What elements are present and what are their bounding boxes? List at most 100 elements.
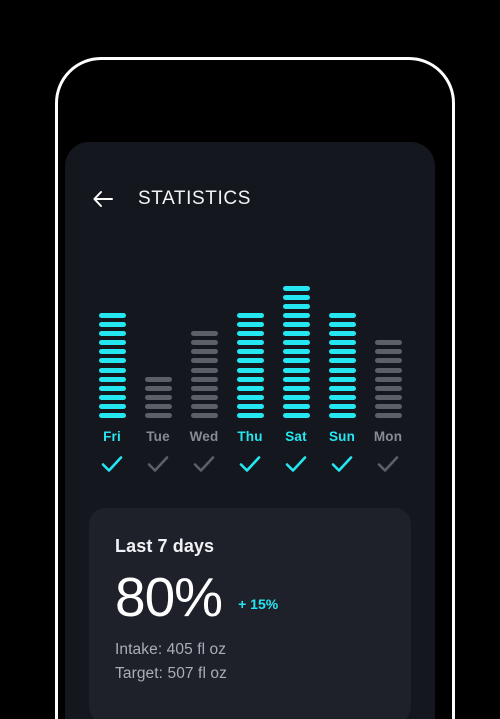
bar-segment bbox=[282, 312, 310, 318]
bar-segment bbox=[328, 340, 356, 346]
bar-segment bbox=[98, 385, 126, 391]
day-label: Fri bbox=[103, 429, 121, 444]
bar-stack bbox=[93, 266, 131, 418]
bar-segment bbox=[144, 413, 172, 418]
bar-segment bbox=[328, 385, 356, 391]
bar-stack bbox=[369, 266, 407, 418]
percent-row: 80% + 15% bbox=[115, 567, 385, 627]
bar-segment bbox=[374, 376, 402, 382]
check-icon[interactable] bbox=[146, 453, 170, 475]
bar-segment bbox=[236, 413, 264, 418]
bar-segment bbox=[98, 331, 126, 337]
bar-segment bbox=[98, 358, 126, 364]
bar-segment bbox=[144, 394, 172, 400]
bar-segment bbox=[190, 394, 218, 400]
chart-day-column[interactable]: Tue bbox=[139, 266, 177, 475]
bar-segment bbox=[374, 349, 402, 355]
summary-title: Last 7 days bbox=[115, 536, 215, 556]
bar-segment bbox=[328, 312, 356, 318]
percent-delta-badge: + 15% bbox=[238, 596, 279, 612]
chart-day-column[interactable]: Sat bbox=[277, 266, 315, 475]
app-screen: STATISTICS Fri Tue Wed Thu Sat Sun Mon Last 7 … bbox=[65, 142, 435, 719]
bar-segment bbox=[98, 367, 126, 373]
page-title: STATISTICS bbox=[138, 188, 251, 209]
bar-segment bbox=[328, 394, 356, 400]
bar-segment bbox=[374, 385, 402, 391]
bar-segment bbox=[328, 349, 356, 355]
percent-value: 80% bbox=[115, 566, 223, 628]
chart-day-column[interactable]: Sun bbox=[323, 266, 361, 475]
check-icon[interactable] bbox=[100, 453, 124, 475]
bar-segment bbox=[190, 413, 218, 418]
bar-segment bbox=[190, 367, 218, 373]
bar-segment bbox=[190, 376, 218, 382]
bar-segment bbox=[190, 403, 218, 409]
app-header: STATISTICS bbox=[65, 174, 435, 224]
bar-segment bbox=[374, 358, 402, 364]
bar-segment bbox=[236, 331, 264, 337]
bar-segment bbox=[282, 403, 310, 409]
bar-stack bbox=[231, 266, 269, 418]
bar-segment bbox=[282, 294, 310, 300]
summary-card[interactable]: Last 7 days 80% + 15% Intake: 405 fl oz … bbox=[89, 508, 411, 719]
bar-stack bbox=[277, 266, 315, 418]
bar-segment bbox=[374, 394, 402, 400]
bar-segment bbox=[328, 376, 356, 382]
bar-segment bbox=[328, 358, 356, 364]
bar-segment bbox=[282, 367, 310, 373]
chart-day-column[interactable]: Mon bbox=[369, 266, 407, 475]
bar-segment bbox=[282, 322, 310, 328]
bar-segment bbox=[374, 403, 402, 409]
arrow-left-icon[interactable] bbox=[90, 186, 116, 212]
bar-segment bbox=[282, 385, 310, 391]
bar-stack bbox=[323, 266, 361, 418]
bar-segment bbox=[282, 285, 310, 291]
bar-segment bbox=[190, 340, 218, 346]
bar-segment bbox=[328, 331, 356, 337]
bar-segment bbox=[282, 303, 310, 309]
bar-segment bbox=[98, 403, 126, 409]
bar-segment bbox=[236, 403, 264, 409]
check-icon[interactable] bbox=[192, 453, 216, 475]
bar-segment bbox=[374, 340, 402, 346]
bar-segment bbox=[282, 413, 310, 418]
bar-segment bbox=[98, 340, 126, 346]
bar-segment bbox=[328, 413, 356, 418]
bar-segment bbox=[144, 376, 172, 382]
bar-segment bbox=[328, 403, 356, 409]
bar-stack bbox=[139, 266, 177, 418]
bar-segment bbox=[282, 376, 310, 382]
bar-segment bbox=[236, 322, 264, 328]
day-label: Sun bbox=[328, 429, 356, 444]
chart-day-column[interactable]: Fri bbox=[93, 266, 131, 475]
bar-segment bbox=[236, 385, 264, 391]
bar-segment bbox=[236, 340, 264, 346]
day-label: Tue bbox=[146, 429, 170, 444]
bar-segment bbox=[98, 413, 126, 418]
bar-segment bbox=[98, 376, 126, 382]
bar-segment bbox=[98, 322, 126, 328]
check-icon[interactable] bbox=[284, 453, 308, 475]
day-label: Sat bbox=[285, 429, 307, 444]
check-icon[interactable] bbox=[330, 453, 354, 475]
bar-segment bbox=[144, 385, 172, 391]
check-icon[interactable] bbox=[376, 453, 400, 475]
bar-segment bbox=[374, 367, 402, 373]
bar-segment bbox=[98, 394, 126, 400]
bar-segment bbox=[190, 385, 218, 391]
bar-segment bbox=[190, 358, 218, 364]
weekly-bar-chart: Fri Tue Wed Thu Sat Sun Mon bbox=[93, 260, 407, 475]
day-label: Mon bbox=[373, 429, 403, 444]
bar-segment bbox=[190, 349, 218, 355]
chart-day-column[interactable]: Thu bbox=[231, 266, 269, 475]
check-icon[interactable] bbox=[238, 453, 262, 475]
bar-segment bbox=[282, 358, 310, 364]
bar-segment bbox=[236, 394, 264, 400]
intake-stat: Intake: 405 fl oz bbox=[115, 641, 227, 658]
bar-segment bbox=[282, 331, 310, 337]
chart-day-column[interactable]: Wed bbox=[185, 266, 223, 475]
bar-segment bbox=[282, 394, 310, 400]
bar-segment bbox=[236, 376, 264, 382]
bar-segment bbox=[282, 340, 310, 346]
bar-stack bbox=[185, 266, 223, 418]
